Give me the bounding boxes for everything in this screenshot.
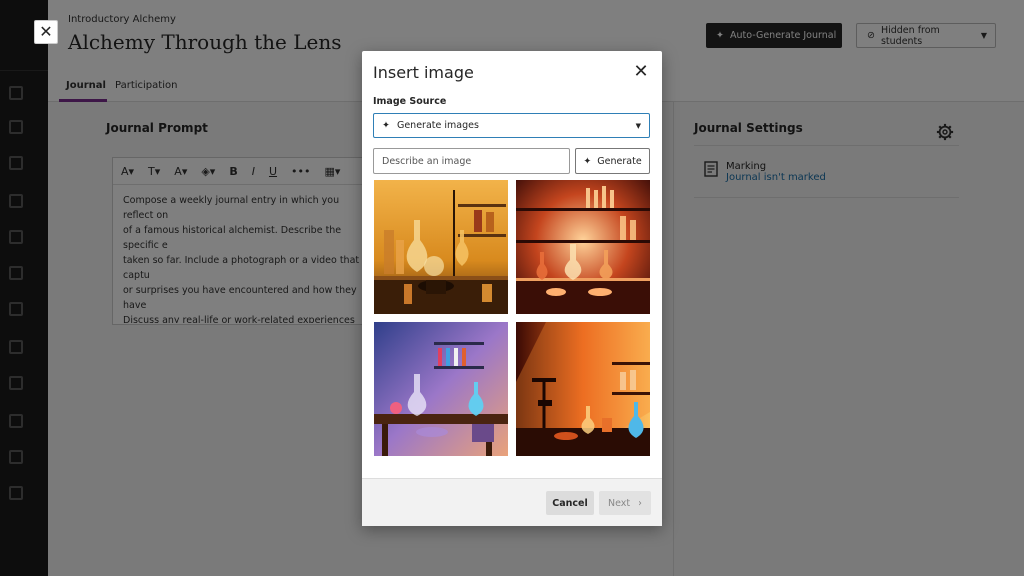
chevron-right-icon: › xyxy=(638,497,642,509)
dialog-close-icon[interactable]: ✕ xyxy=(632,63,650,81)
generated-image-3[interactable] xyxy=(374,322,508,456)
generate-button[interactable]: ✦ Generate xyxy=(575,148,650,174)
image-source-select[interactable]: ✦ Generate images ▼ xyxy=(373,113,650,138)
close-icon[interactable]: ✕ xyxy=(34,20,58,44)
generate-label: Generate xyxy=(597,155,642,167)
next-button[interactable]: Next › xyxy=(599,491,651,515)
generated-image-1[interactable] xyxy=(374,180,508,314)
next-label: Next xyxy=(608,497,631,509)
sparkle-icon: ✦ xyxy=(382,120,390,131)
image-source-label: Image Source xyxy=(373,96,447,107)
chevron-down-icon: ▼ xyxy=(635,121,641,130)
image-source-value: Generate images xyxy=(396,120,479,131)
dialog-title: Insert image xyxy=(373,63,474,82)
generated-image-4[interactable] xyxy=(516,322,650,456)
describe-image-input[interactable] xyxy=(373,148,570,174)
dialog-footer: Cancel Next › xyxy=(362,478,662,526)
generated-image-2[interactable] xyxy=(516,180,650,314)
sparkle-icon: ✦ xyxy=(583,155,592,167)
insert-image-dialog: Insert image ✕ Image Source ✦ Generate i… xyxy=(362,51,662,526)
cancel-button[interactable]: Cancel xyxy=(546,491,594,515)
